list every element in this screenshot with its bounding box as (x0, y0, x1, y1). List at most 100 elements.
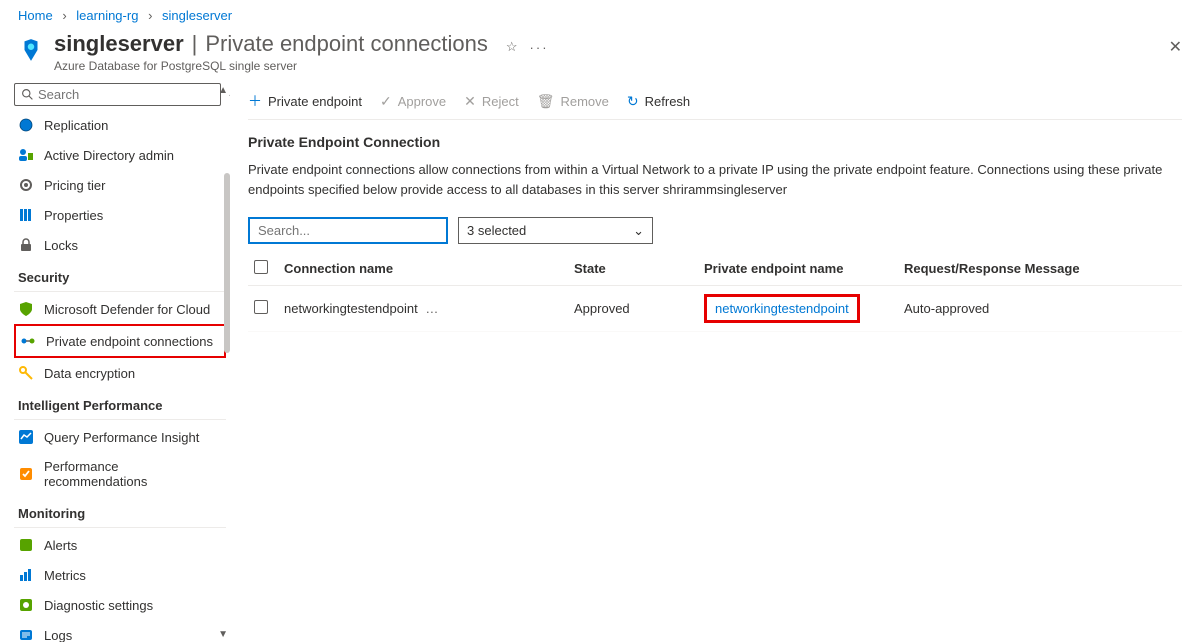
sidebar-item-label: Performance recommendations (44, 459, 222, 489)
state-filter-dropdown[interactable]: 3 selected ⌄ (458, 217, 653, 244)
resource-name: singleserver (54, 31, 184, 57)
pin-icon[interactable]: ☆ (506, 39, 518, 55)
person-icon (18, 147, 34, 163)
sidebar-item-private-endpoint[interactable]: Private endpoint connections (14, 324, 226, 358)
sidebar-item-label: Microsoft Defender for Cloud (44, 302, 210, 317)
row-checkbox[interactable] (254, 300, 268, 314)
close-icon[interactable]: ✕ (1169, 37, 1182, 57)
breadcrumb: Home › learning-rg › singleserver (0, 0, 1200, 27)
content-pane: ＋ Private endpoint ✓ Approve ✕ Reject 🗑 … (230, 83, 1200, 642)
command-bar: ＋ Private endpoint ✓ Approve ✕ Reject 🗑 … (248, 83, 1182, 120)
properties-icon (18, 207, 34, 223)
more-icon[interactable]: ··· (530, 40, 549, 55)
title-block: singleserver | Private endpoint connecti… (54, 31, 549, 73)
gear-icon (18, 177, 34, 193)
section-title: Private Endpoint Connection (248, 120, 1182, 160)
sidebar-item-alerts[interactable]: Alerts (14, 530, 226, 560)
lock-icon (18, 237, 34, 253)
endpoint-icon (20, 333, 36, 349)
endpoint-highlight: networkingtestendpoint (704, 294, 860, 323)
sidebar-item-encryption[interactable]: Data encryption (14, 358, 226, 388)
shield-icon (18, 301, 34, 317)
select-all-checkbox[interactable] (254, 260, 268, 274)
connection-name-text: networkingtestendpoint (284, 301, 418, 316)
sidebar-item-label: Replication (44, 118, 108, 133)
connections-table: Connection name State Private endpoint n… (248, 252, 1182, 332)
key-icon (18, 365, 34, 381)
breadcrumb-home[interactable]: Home (18, 8, 53, 23)
scroll-down-icon[interactable]: ▼ (218, 629, 228, 640)
sidebar-item-label: Pricing tier (44, 178, 105, 193)
sidebar-item-aad-admin[interactable]: Active Directory admin (14, 140, 226, 170)
sidebar-item-label: Query Performance Insight (44, 430, 199, 445)
sidebar-item-label: Diagnostic settings (44, 598, 153, 613)
check-icon: ✓ (380, 93, 392, 110)
sidebar-item-replication[interactable]: Replication (14, 110, 226, 140)
toolbar-label: Refresh (645, 94, 691, 109)
sidebar-item-locks[interactable]: Locks (14, 230, 226, 260)
sidebar-item-label: Private endpoint connections (46, 334, 213, 349)
resource-icon (18, 37, 44, 63)
sidebar-item-defender[interactable]: Microsoft Defender for Cloud (14, 294, 226, 324)
sidebar-search-input[interactable] (38, 87, 214, 102)
state-text: Approved (568, 286, 698, 332)
sidebar-search[interactable] (14, 83, 221, 106)
row-context-menu[interactable]: … (425, 301, 438, 316)
scrollbar-thumb[interactable] (224, 173, 230, 353)
col-message[interactable]: Request/Response Message (898, 252, 1182, 286)
toolbar-label: Remove (560, 94, 608, 109)
endpoint-link[interactable]: networkingtestendpoint (715, 301, 849, 316)
sidebar-item-label: Logs (44, 628, 72, 642)
chart-icon (18, 429, 34, 445)
breadcrumb-resource[interactable]: singleserver (162, 8, 232, 23)
reject-button[interactable]: ✕ Reject (464, 93, 519, 110)
toolbar-label: Approve (398, 94, 446, 109)
col-connection-name[interactable]: Connection name (278, 252, 568, 286)
sidebar-item-label: Metrics (44, 568, 86, 583)
blade-header: singleserver | Private endpoint connecti… (0, 27, 1200, 83)
toolbar-label: Reject (482, 94, 519, 109)
remove-button[interactable]: 🗑 Remove (537, 93, 609, 110)
section-description: Private endpoint connections allow conne… (248, 160, 1182, 199)
plus-icon: ＋ (248, 91, 262, 111)
refresh-icon: ↻ (627, 93, 639, 110)
logs-icon (18, 627, 34, 642)
collapse-sidebar-icon[interactable]: « (229, 87, 230, 102)
resource-type: Azure Database for PostgreSQL single ser… (54, 59, 549, 73)
sidebar-item-query-insight[interactable]: Query Performance Insight (14, 422, 226, 452)
sidebar-section-security: Security (14, 260, 226, 292)
sidebar-item-diagnostic[interactable]: Diagnostic settings (14, 590, 226, 620)
filter-row: 3 selected ⌄ (248, 217, 1182, 244)
toolbar-label: Private endpoint (268, 94, 362, 109)
breadcrumb-rg[interactable]: learning-rg (76, 8, 138, 23)
diagnostic-icon (18, 597, 34, 613)
trash-icon: 🗑 (537, 93, 555, 110)
globe-icon (18, 117, 34, 133)
metrics-icon (18, 567, 34, 583)
add-private-endpoint-button[interactable]: ＋ Private endpoint (248, 91, 362, 111)
sidebar-item-label: Locks (44, 238, 78, 253)
sidebar-item-properties[interactable]: Properties (14, 200, 226, 230)
sidebar: ▲ « Replication Active Directory admin P… (0, 83, 230, 642)
sidebar-item-label: Active Directory admin (44, 148, 174, 163)
sidebar-item-perf-recommend[interactable]: Performance recommendations (14, 452, 226, 496)
col-endpoint-name[interactable]: Private endpoint name (698, 252, 898, 286)
filter-selected-text: 3 selected (467, 223, 526, 238)
sidebar-item-metrics[interactable]: Metrics (14, 560, 226, 590)
refresh-button[interactable]: ↻ Refresh (627, 93, 690, 110)
connection-search-input[interactable] (248, 217, 448, 244)
sidebar-item-label: Alerts (44, 538, 77, 553)
recommend-icon (18, 466, 34, 482)
x-icon: ✕ (464, 93, 476, 110)
message-text: Auto-approved (898, 286, 1182, 332)
chevron-right-icon: › (62, 8, 66, 23)
approve-button[interactable]: ✓ Approve (380, 93, 446, 110)
sidebar-section-intelligent: Intelligent Performance (14, 388, 226, 420)
alert-icon (18, 537, 34, 553)
sidebar-item-pricing[interactable]: Pricing tier (14, 170, 226, 200)
chevron-right-icon: › (148, 8, 152, 23)
table-row[interactable]: networkingtestendpoint … Approved networ… (248, 286, 1182, 332)
col-state[interactable]: State (568, 252, 698, 286)
scroll-up-icon[interactable]: ▲ (218, 85, 228, 96)
page-title: Private endpoint connections (205, 31, 488, 57)
